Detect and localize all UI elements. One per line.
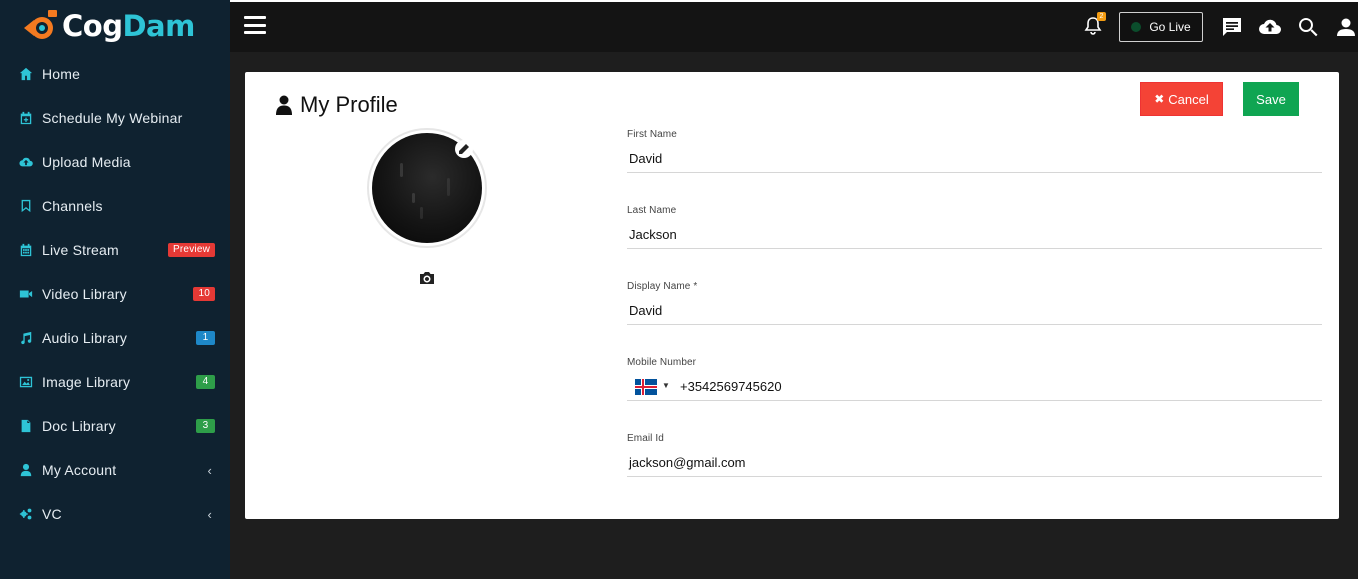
- field-underline: [627, 324, 1322, 325]
- email-field[interactable]: Email Id jackson@gmail.com: [627, 433, 1322, 477]
- cloud-upload-icon[interactable]: [1258, 15, 1282, 39]
- sidebar-item-label: Live Stream: [42, 242, 119, 258]
- logo-text-dam: Dam: [122, 9, 195, 43]
- avatar-frame: [369, 130, 485, 246]
- last-name-label: Last Name: [627, 205, 677, 216]
- document-icon: [18, 418, 34, 434]
- iceland-flag-icon[interactable]: [635, 379, 657, 395]
- mobile-number-input[interactable]: +3542569745620: [680, 379, 782, 394]
- save-label: Save: [1256, 91, 1286, 107]
- user-icon: [18, 462, 34, 478]
- go-live-button[interactable]: Go Live: [1119, 12, 1203, 42]
- sidebar-item-my-account[interactable]: My Account ‹: [0, 448, 230, 492]
- user-icon: [276, 95, 292, 115]
- count-badge: 1: [196, 331, 215, 345]
- last-name-field[interactable]: Last Name Jackson: [627, 205, 1322, 249]
- search-icon[interactable]: [1296, 15, 1320, 39]
- sidebar-item-label: Image Library: [42, 374, 131, 390]
- sidebar-item-label: Video Library: [42, 286, 127, 302]
- field-underline: [627, 400, 1322, 401]
- window-edge: [1358, 0, 1366, 579]
- sidebar-item-label: Schedule My Webinar: [42, 110, 183, 126]
- chevron-left-icon: ‹: [207, 462, 212, 478]
- logo-mark-icon: [24, 10, 57, 39]
- sidebar-item-label: Home: [42, 66, 81, 82]
- last-name-input[interactable]: Jackson: [629, 227, 677, 242]
- email-label: Email Id: [627, 433, 664, 444]
- home-icon: [18, 66, 34, 82]
- top-bar-actions: 2 Go Live: [1083, 2, 1366, 52]
- first-name-label: First Name: [627, 129, 677, 140]
- sidebar-nav: Home Schedule My Webinar Upload Media Ch…: [0, 52, 230, 536]
- menu-toggle-icon[interactable]: [244, 16, 266, 34]
- field-underline: [627, 476, 1322, 477]
- sidebar-item-live-stream[interactable]: Live Stream Preview: [0, 228, 230, 272]
- calendar-icon: [18, 242, 34, 258]
- cogs-icon: [18, 506, 34, 522]
- close-icon: ✖: [1154, 92, 1165, 106]
- display-name-label: Display Name *: [627, 281, 698, 292]
- sidebar-item-image-library[interactable]: Image Library 4: [0, 360, 230, 404]
- go-live-label: Go Live: [1149, 20, 1191, 34]
- video-camera-icon: [18, 286, 34, 302]
- camera-icon[interactable]: [419, 271, 435, 285]
- field-underline: [627, 172, 1322, 173]
- preview-badge: Preview: [168, 243, 215, 257]
- profile-card: My Profile ✖ Cancel Save First Name Davi…: [245, 72, 1339, 519]
- country-dropdown-caret-icon[interactable]: ▼: [662, 381, 670, 390]
- sidebar-item-home[interactable]: Home: [0, 52, 230, 96]
- top-bar: 2 Go Live: [230, 0, 1366, 52]
- sidebar-item-label: Channels: [42, 198, 103, 214]
- bookmark-icon: [18, 198, 34, 214]
- first-name-input[interactable]: David: [629, 151, 662, 166]
- sidebar-item-label: My Account: [42, 462, 117, 478]
- count-badge: 10: [193, 287, 215, 301]
- sidebar-item-upload-media[interactable]: Upload Media: [0, 140, 230, 184]
- image-icon: [18, 374, 34, 390]
- user-account-icon[interactable]: [1334, 15, 1358, 39]
- sidebar-item-label: Doc Library: [42, 418, 116, 434]
- page-title: My Profile: [275, 92, 398, 118]
- sidebar-item-label: Upload Media: [42, 154, 131, 170]
- count-badge: 4: [196, 375, 215, 389]
- first-name-field[interactable]: First Name David: [627, 129, 1322, 173]
- logo-text-cog: Cog: [62, 9, 123, 43]
- save-button[interactable]: Save: [1243, 82, 1299, 116]
- sidebar: CogDam Home Schedule My Webinar Upload M…: [0, 0, 230, 579]
- sidebar-item-label: Audio Library: [42, 330, 128, 346]
- display-name-field[interactable]: Display Name * David: [627, 281, 1322, 325]
- sidebar-item-audio-library[interactable]: Audio Library 1: [0, 316, 230, 360]
- display-name-input[interactable]: David: [629, 303, 662, 318]
- notification-bell-icon[interactable]: 2: [1083, 12, 1106, 38]
- chevron-left-icon: ‹: [207, 506, 212, 522]
- cloud-upload-icon: [18, 154, 34, 170]
- cogdam-logo[interactable]: CogDam: [0, 0, 230, 52]
- edit-pencil-icon[interactable]: [455, 140, 473, 158]
- mobile-number-field[interactable]: Mobile Number ▼ +3542569745620: [627, 357, 1322, 401]
- logo-text: CogDam: [62, 9, 195, 43]
- count-badge: 3: [196, 419, 215, 433]
- calendar-plus-icon: [18, 110, 34, 126]
- chat-icon[interactable]: [1220, 15, 1244, 39]
- sidebar-item-label: VC: [42, 506, 62, 522]
- field-underline: [627, 248, 1322, 249]
- sidebar-item-doc-library[interactable]: Doc Library 3: [0, 404, 230, 448]
- live-status-dot: [1131, 22, 1142, 32]
- email-input[interactable]: jackson@gmail.com: [629, 455, 746, 470]
- cancel-button[interactable]: ✖ Cancel: [1140, 82, 1223, 116]
- sidebar-item-channels[interactable]: Channels: [0, 184, 230, 228]
- sidebar-item-video-library[interactable]: Video Library 10: [0, 272, 230, 316]
- sidebar-item-schedule-webinar[interactable]: Schedule My Webinar: [0, 96, 230, 140]
- music-note-icon: [18, 330, 34, 346]
- page-title-text: My Profile: [300, 92, 398, 117]
- notification-count-badge: 2: [1097, 12, 1106, 21]
- cancel-label: Cancel: [1168, 91, 1209, 107]
- sidebar-item-vc[interactable]: VC ‹: [0, 492, 230, 536]
- mobile-number-label: Mobile Number: [627, 357, 697, 368]
